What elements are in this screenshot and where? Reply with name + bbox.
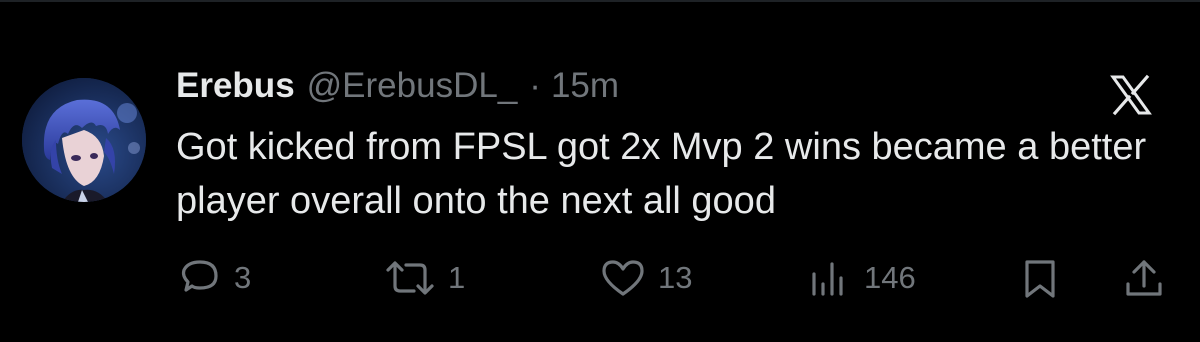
share-button[interactable] [1120,250,1168,306]
share-icon [1120,254,1168,302]
reply-icon [176,254,224,302]
heart-icon [598,254,648,302]
reply-button[interactable]: 3 [176,250,251,306]
author-handle[interactable]: @ErebusDL_ [307,66,518,106]
like-count: 13 [658,260,693,295]
post-header: Erebus @ErebusDL_ · 15m [176,66,619,114]
views-chart-icon [804,254,854,302]
repost-count: 1 [448,260,466,295]
post-timestamp[interactable]: 15m [551,66,619,106]
repost-icon [382,254,438,302]
avatar-image [22,78,146,202]
bookmark-icon [1018,254,1062,302]
reply-count: 3 [234,260,252,295]
post-card[interactable]: Erebus @ErebusDL_ · 15m Got kicked from … [0,0,1200,342]
post-text: Got kicked from FPSL got 2x Mvp 2 wins b… [176,126,1147,222]
like-button[interactable]: 13 [598,250,692,306]
avatar[interactable] [22,78,146,202]
author-display-name[interactable]: Erebus [176,66,295,106]
action-bar: 3 1 13 146 [0,250,1200,306]
bookmark-button[interactable] [1018,250,1062,306]
repost-button[interactable]: 1 [382,250,465,306]
header-separator: · [529,66,541,105]
x-logo-icon [1110,74,1152,116]
views-button[interactable]: 146 [804,250,916,306]
views-count: 146 [864,260,916,295]
